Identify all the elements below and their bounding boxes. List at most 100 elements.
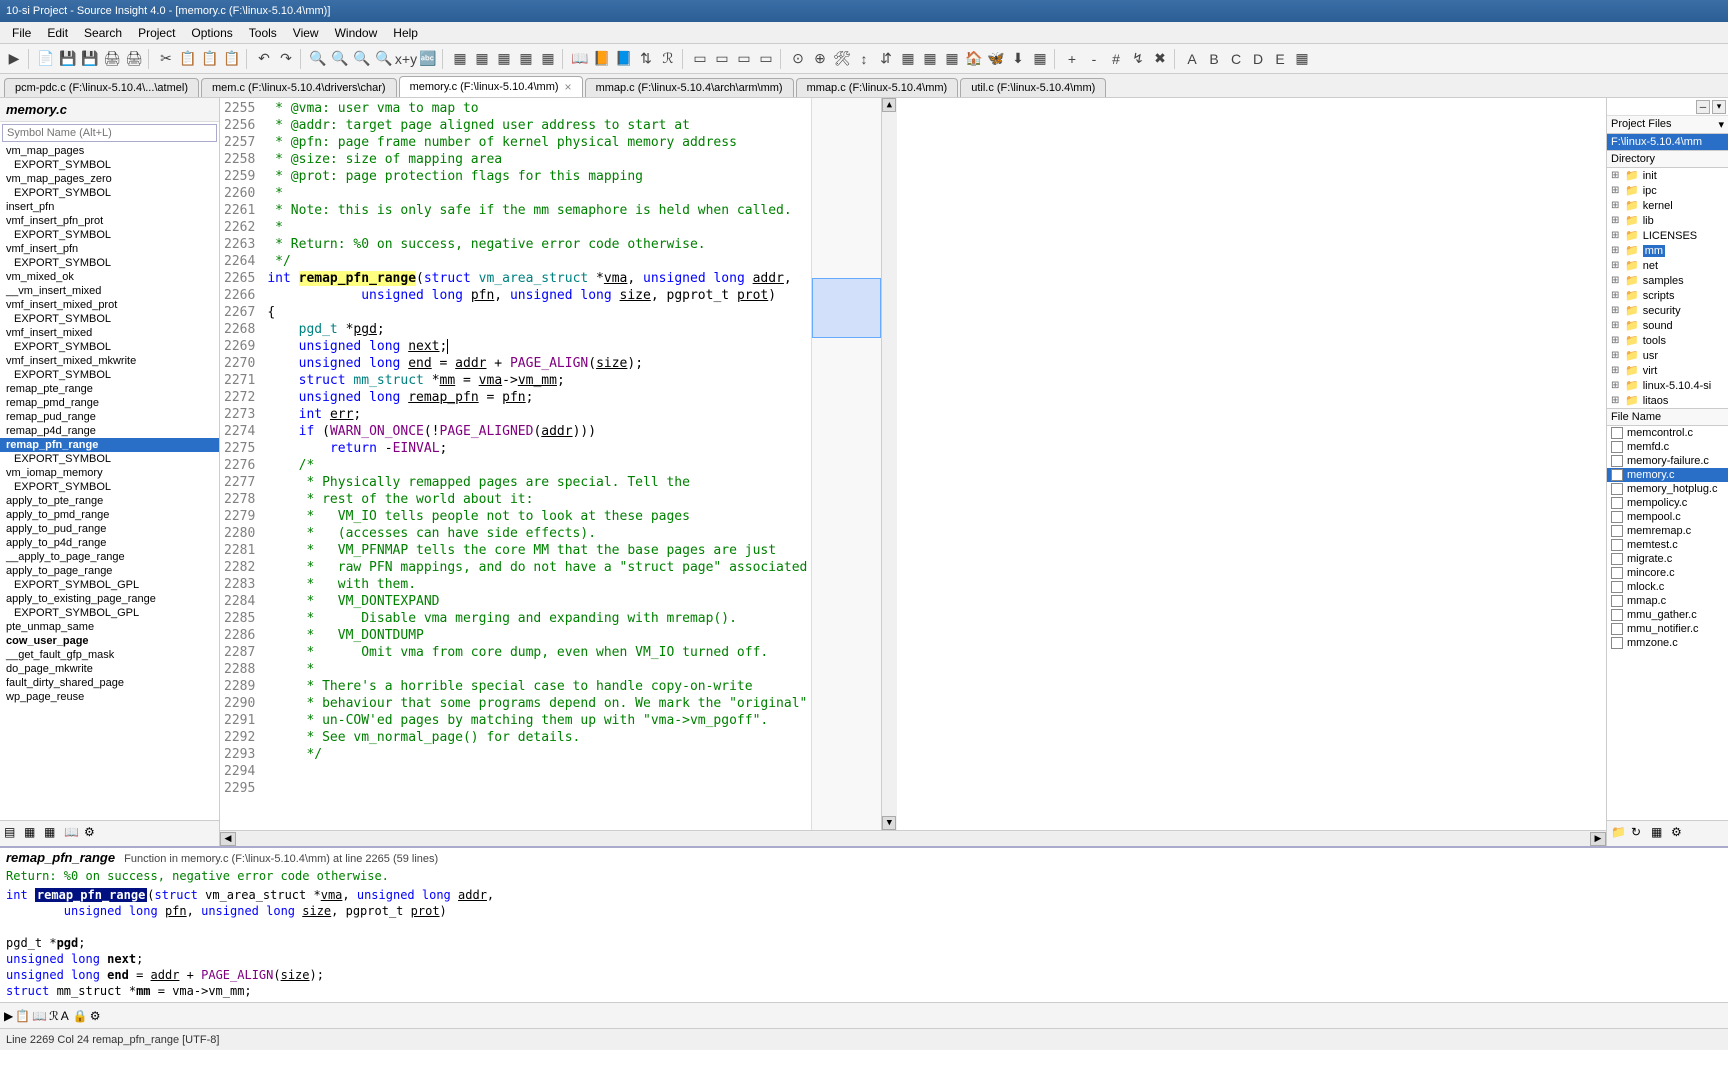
menu-search[interactable]: Search [76,24,130,42]
doc-tab[interactable]: util.c (F:\linux-5.10.4\mm) [960,78,1106,97]
btool-3[interactable]: 📖 [32,1009,47,1023]
toolbar-btn-35[interactable]: ▭ [690,49,710,69]
btool-gear-icon[interactable]: ⚙ [90,1009,101,1023]
toolbar-btn-43[interactable]: ↕ [854,49,874,69]
toolbar-btn-33[interactable]: ℛ [658,49,678,69]
doc-tab[interactable]: memory.c (F:\linux-5.10.4\mm)× [399,76,583,97]
toolbar-btn-6[interactable]: 🖨 [124,49,144,69]
scroll-up-icon[interactable]: ▲ [882,98,896,112]
symbol-item[interactable]: apply_to_page_range [0,564,219,578]
minimap[interactable] [811,98,881,830]
toolbar-btn-59[interactable]: A [1182,49,1202,69]
dir-item[interactable]: 📁linux-5.10.4-si [1607,378,1728,393]
file-item[interactable]: mempool.c [1607,510,1728,524]
symbol-item[interactable]: vmf_insert_mixed_prot [0,298,219,312]
toolbar-btn-14[interactable]: ↷ [276,49,296,69]
toolbar-btn-56[interactable]: ↯ [1128,49,1148,69]
toolbar-btn-47[interactable]: ▦ [942,49,962,69]
symbol-item[interactable]: EXPORT_SYMBOL [0,186,219,200]
doc-tab[interactable]: mmap.c (F:\linux-5.10.4\mm) [796,78,959,97]
file-item[interactable]: memory_hotplug.c [1607,482,1728,496]
toolbar-btn-30[interactable]: 📙 [592,49,612,69]
file-item[interactable]: mlock.c [1607,580,1728,594]
menu-options[interactable]: Options [183,24,240,42]
file-item[interactable]: mincore.c [1607,566,1728,580]
toolbar-btn-38[interactable]: ▭ [756,49,776,69]
symbol-item[interactable]: wp_page_reuse [0,690,219,704]
minimap-viewport[interactable] [812,278,881,338]
file-item[interactable]: mmu_gather.c [1607,608,1728,622]
toolbar-btn-63[interactable]: E [1270,49,1290,69]
symbol-item[interactable]: vm_map_pages_zero [0,172,219,186]
symbol-item[interactable]: EXPORT_SYMBOL [0,340,219,354]
symbol-item[interactable]: cow_user_page [0,634,219,648]
proj-tool-1[interactable]: 📁 [1611,825,1629,843]
dir-item[interactable]: 📁net [1607,258,1728,273]
toolbar-btn-11[interactable]: 📋 [222,49,242,69]
symbol-tool-4[interactable]: 📖 [64,825,82,843]
proj-tool-2[interactable]: ↻ [1631,825,1649,843]
toolbar-btn-31[interactable]: 📘 [614,49,634,69]
toolbar-btn-61[interactable]: C [1226,49,1246,69]
dir-item[interactable]: 📁virt [1607,363,1728,378]
toolbar-btn-13[interactable]: ↶ [254,49,274,69]
symbol-item[interactable]: EXPORT_SYMBOL [0,228,219,242]
symbol-item[interactable]: remap_pfn_range [0,438,219,452]
dir-item[interactable]: 📁security [1607,303,1728,318]
dir-item[interactable]: 📁kernel [1607,198,1728,213]
symbol-item[interactable]: apply_to_pud_range [0,522,219,536]
menu-file[interactable]: File [4,24,39,42]
directory-tree[interactable]: 📁init📁ipc📁kernel📁lib📁LICENSES📁mm📁net📁sam… [1607,168,1728,408]
project-path[interactable]: F:\linux-5.10.4\mm [1607,134,1728,150]
menu-edit[interactable]: Edit [39,24,76,42]
toolbar-btn-54[interactable]: - [1084,49,1104,69]
symbol-item[interactable]: __apply_to_page_range [0,550,219,564]
symbol-item[interactable]: remap_pte_range [0,382,219,396]
toolbar-btn-3[interactable]: 💾 [58,49,78,69]
dir-item[interactable]: 📁tools [1607,333,1728,348]
btool-6[interactable]: 🔒 [73,1009,88,1023]
file-item[interactable]: memory-failure.c [1607,454,1728,468]
symbol-item[interactable]: EXPORT_SYMBOL_GPL [0,578,219,592]
toolbar-btn-20[interactable]: x+y [396,49,416,69]
symbol-item[interactable]: vmf_insert_pfn_prot [0,214,219,228]
doc-tab[interactable]: pcm-pdc.c (F:\linux-5.10.4\...\atmel) [4,78,199,97]
dir-item[interactable]: 📁mm [1607,243,1728,258]
btool-4[interactable]: ℛ [49,1009,59,1023]
project-files-tab[interactable]: Project Files ▾ [1607,116,1728,134]
toolbar-btn-48[interactable]: 🏠 [964,49,984,69]
symbol-item[interactable]: EXPORT_SYMBOL_GPL [0,606,219,620]
symbol-item[interactable]: remap_pmd_range [0,396,219,410]
dir-item[interactable]: 📁usr [1607,348,1728,363]
symbol-tool-1[interactable]: ▤ [4,825,22,843]
doc-tab[interactable]: mmap.c (F:\linux-5.10.4\arch\arm\mm) [585,78,794,97]
toolbar-btn-27[interactable]: ▦ [538,49,558,69]
symbol-item[interactable]: insert_pfn [0,200,219,214]
file-item[interactable]: mmap.c [1607,594,1728,608]
symbol-item[interactable]: __vm_insert_mixed [0,284,219,298]
minimize-icon[interactable]: ─ [1696,100,1710,114]
toolbar-btn-29[interactable]: 📖 [570,49,590,69]
file-item[interactable]: mempolicy.c [1607,496,1728,510]
menu-tools[interactable]: Tools [241,24,285,42]
code-body[interactable]: * @vma: user vma to map to * @addr: targ… [263,98,811,830]
toolbar-btn-53[interactable]: + [1062,49,1082,69]
toolbar-btn-25[interactable]: ▦ [494,49,514,69]
symbol-list[interactable]: vm_map_pagesEXPORT_SYMBOLvm_map_pages_ze… [0,144,219,820]
toolbar-btn-50[interactable]: ⬇ [1008,49,1028,69]
proj-tool-3[interactable]: ▦ [1651,825,1669,843]
dir-item[interactable]: 📁litaos [1607,393,1728,408]
file-item[interactable]: mmzone.c [1607,636,1728,650]
close-icon[interactable]: × [565,80,572,94]
menu-view[interactable]: View [285,24,327,42]
scroll-left-icon[interactable]: ◀ [220,832,236,846]
btool-1[interactable]: ▶ [4,1009,13,1023]
file-item[interactable]: memory.c [1607,468,1728,482]
scroll-down-icon[interactable]: ▼ [882,816,896,830]
symbol-item[interactable]: vm_mixed_ok [0,270,219,284]
toolbar-btn-55[interactable]: # [1106,49,1126,69]
toolbar-btn-5[interactable]: 🖨 [102,49,122,69]
file-item[interactable]: memfd.c [1607,440,1728,454]
toolbar-btn-37[interactable]: ▭ [734,49,754,69]
dir-item[interactable]: 📁scripts [1607,288,1728,303]
